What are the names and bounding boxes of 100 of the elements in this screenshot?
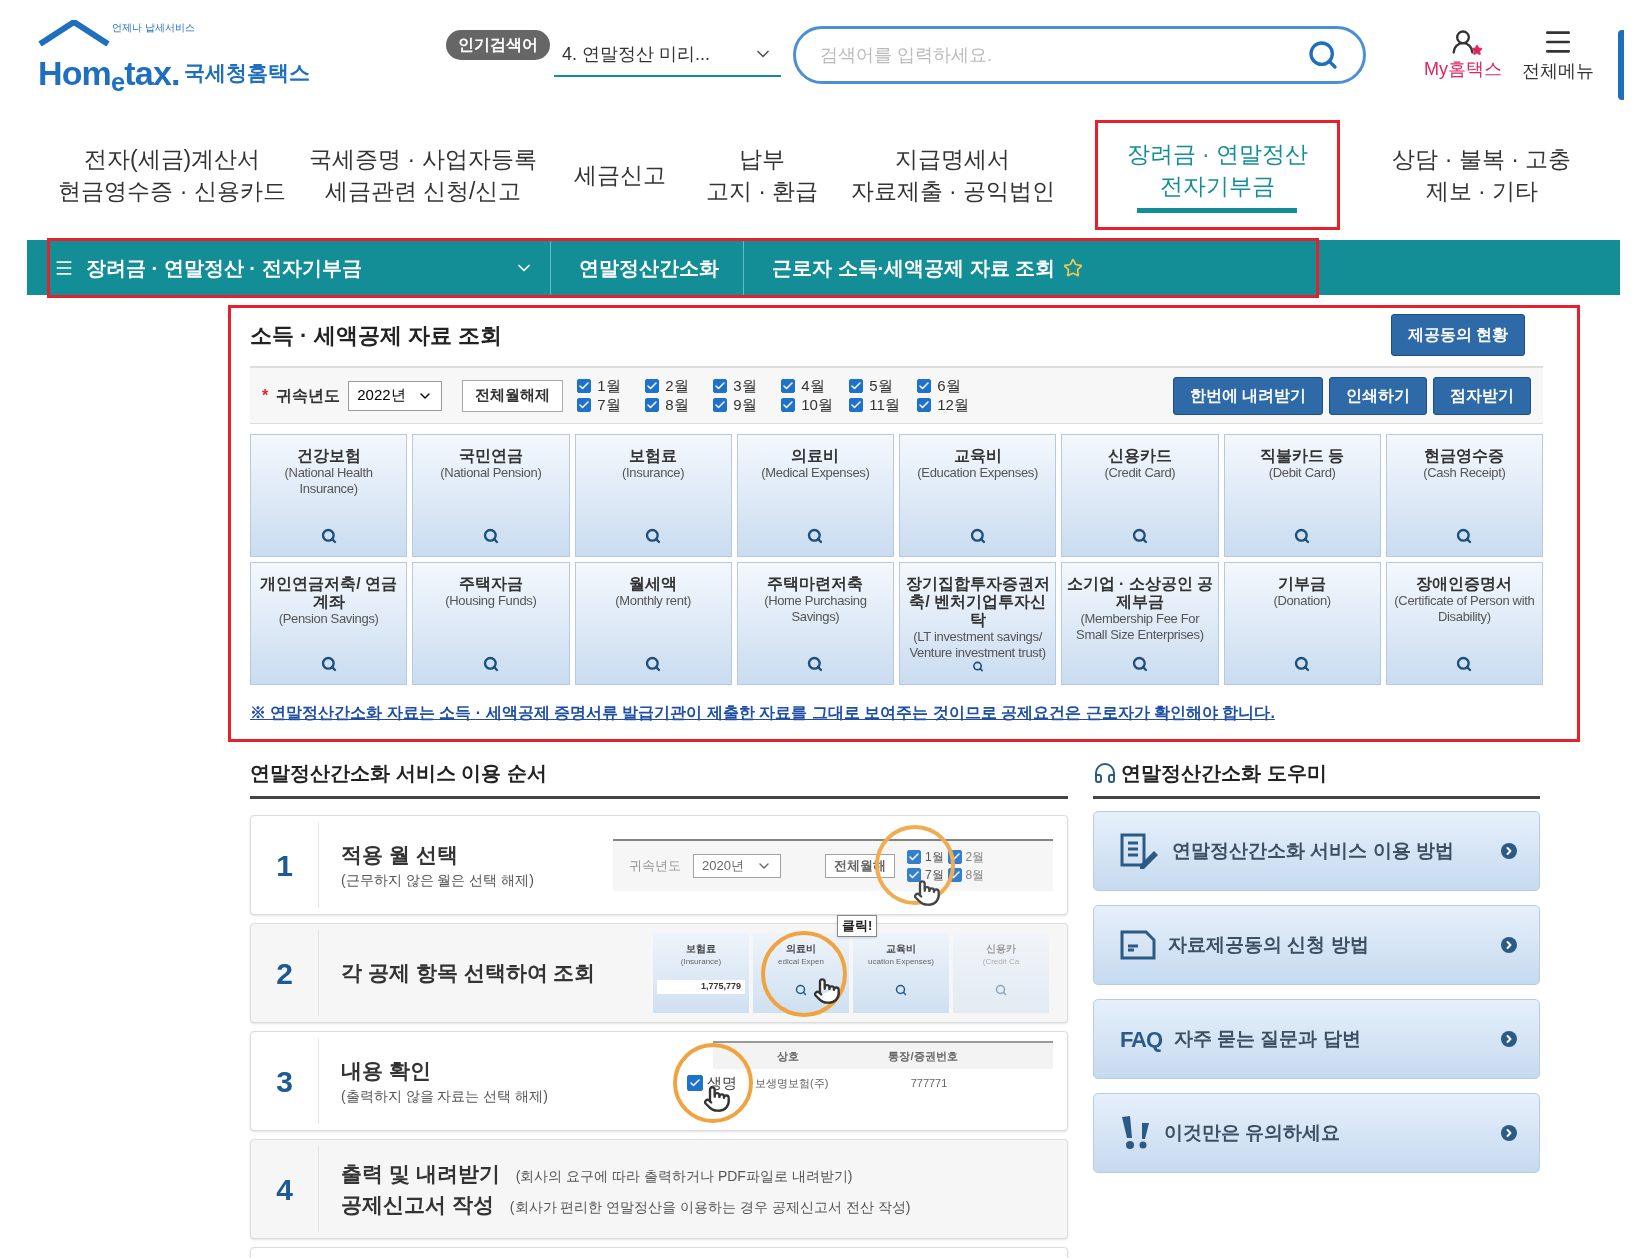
search-icon bbox=[320, 528, 337, 544]
category-name: 신용카드 bbox=[1107, 447, 1172, 465]
category-card[interactable]: 장기집합투자증권저축/ 벤처기업투자신탁 (LT investment savings/ Venture investment trust) bbox=[899, 562, 1057, 685]
required-mark: * bbox=[262, 385, 269, 406]
help-link[interactable]: FAQ 자주 묻는 질문과 답변 bbox=[1093, 999, 1540, 1079]
category-english: (Membership Fee For Small Size Enterprises) bbox=[1075, 611, 1205, 643]
category-name: 장애인증명서 bbox=[1416, 575, 1513, 593]
category-card[interactable]: 교육비 (Education Expenses) bbox=[899, 434, 1057, 557]
checkbox[interactable] bbox=[577, 398, 592, 412]
notice-link[interactable]: ※ 연말정산간소화 자료는 소득 · 세액공제 증명서류 발급기관이 제출한 자료를 그대로 보여주는 것이므로 공제요건은 근로자가 확인해야 합니다. bbox=[250, 701, 1543, 725]
search-icon bbox=[969, 528, 986, 544]
category-card[interactable]: 국민연금 (National Pension) bbox=[412, 434, 570, 557]
popular-badge: 인기검색어 bbox=[446, 30, 551, 60]
step-number: 4 bbox=[276, 1171, 293, 1208]
category-card[interactable]: 주택자금 (Housing Funds) bbox=[412, 562, 570, 685]
checkbox[interactable] bbox=[713, 379, 728, 393]
my-hometax-link[interactable]: My홈택스 bbox=[1424, 27, 1502, 83]
nav-tab[interactable]: 국세증명 · 사업자등록 세금관련 신청/신고 bbox=[299, 120, 547, 230]
logo-tagline: 언제나 납세서비스 bbox=[112, 21, 195, 35]
check-icon bbox=[646, 380, 659, 392]
checkbox[interactable] bbox=[645, 398, 660, 412]
category-card[interactable]: 개인연금저축/ 연금계좌 (Pension Savings) bbox=[250, 562, 408, 685]
help-link[interactable]: 자료제공동의 신청 방법 bbox=[1093, 905, 1540, 985]
check-icon bbox=[850, 380, 863, 392]
category-card[interactable]: 주택마련저축 (Home Purchasing Savings) bbox=[736, 562, 894, 685]
search-icon bbox=[1456, 528, 1473, 544]
nav-tab[interactable]: 세금신고 bbox=[546, 120, 694, 230]
headset-icon bbox=[1093, 761, 1117, 785]
clear-months-button[interactable]: 전체월해제 bbox=[462, 379, 564, 412]
toolbar-button[interactable]: 한번에 내려받기 bbox=[1172, 376, 1323, 415]
checkbox[interactable] bbox=[713, 398, 728, 412]
popular-term-dropdown[interactable]: 4. 연말정산 미리... bbox=[554, 33, 781, 77]
check-icon bbox=[689, 1077, 701, 1089]
month-label: 4월 bbox=[801, 375, 826, 396]
category-english: (Debit Card) bbox=[1268, 465, 1336, 481]
check-icon bbox=[782, 380, 795, 392]
logo-word: Hom$_{e}$tax. bbox=[38, 56, 180, 90]
nav-tab[interactable]: 지급명세서 자료제출 · 공익법인 bbox=[830, 120, 1075, 230]
scroll-edge bbox=[1618, 30, 1624, 100]
toolbar-button[interactable]: 인쇄하기 bbox=[1329, 376, 1427, 415]
category-card[interactable]: 의료비 (Medical Expenses) bbox=[736, 434, 894, 557]
step-note: (회사의 요구에 따라 출력하거나 PDF파일로 내려받기) bbox=[515, 1166, 853, 1186]
breadcrumb-item[interactable]: 장려금 · 연말정산 · 전자기부금 bbox=[50, 240, 550, 295]
nav-tab[interactable]: 장려금 · 연말정산 전자기부금 bbox=[1095, 120, 1340, 230]
checkbox[interactable] bbox=[917, 379, 932, 393]
check-icon bbox=[907, 869, 920, 881]
category-card[interactable]: 기부금 (Donation) bbox=[1223, 562, 1381, 685]
search-icon bbox=[795, 984, 807, 996]
card-english: (Credit Ca bbox=[982, 956, 1020, 968]
breadcrumb-item[interactable]: 연말정산간소화 bbox=[550, 240, 743, 295]
checkbox[interactable] bbox=[645, 379, 660, 393]
consent-status-button[interactable]: 제공동의 현황 bbox=[1390, 314, 1525, 356]
checkbox[interactable] bbox=[849, 379, 864, 393]
category-card[interactable]: 신용카드 (Credit Card) bbox=[1061, 434, 1219, 557]
checkbox[interactable] bbox=[906, 868, 921, 882]
month-label: 5월 bbox=[869, 375, 894, 396]
category-card[interactable]: 장애인증명서 (Certificate of Person with Disability) bbox=[1385, 562, 1543, 685]
checkbox[interactable] bbox=[781, 398, 796, 412]
checkbox[interactable] bbox=[849, 398, 864, 412]
checkbox[interactable] bbox=[687, 1075, 703, 1091]
search-field[interactable]: 검색어를 입력하세요. bbox=[819, 41, 1307, 69]
checkbox[interactable] bbox=[917, 398, 932, 412]
section-title: 소득 · 세액공제 자료 조회 bbox=[250, 321, 502, 350]
checkbox[interactable] bbox=[906, 850, 921, 864]
help-title: 연말정산간소화 도우미 bbox=[1121, 761, 1327, 786]
category-card[interactable]: 직불카드 등 (Debit Card) bbox=[1223, 434, 1381, 557]
steps-title: 연말정산간소화 서비스 이용 순서 bbox=[250, 762, 547, 784]
nav-tab[interactable]: 상담 · 불복 · 고충 제보 · 기타 bbox=[1359, 120, 1604, 230]
category-english: (Certificate of Person with Disability) bbox=[1393, 593, 1536, 625]
category-name: 장기집합투자증권저축/ 벤처기업투자신탁 bbox=[904, 575, 1051, 629]
nav-tab[interactable]: 전자(세금)계산서 현금영수증 · 신용카드 bbox=[45, 120, 300, 230]
month-label: 12월 bbox=[937, 394, 970, 415]
table-cell-text: 777771 bbox=[909, 1075, 949, 1091]
checkbox[interactable] bbox=[781, 379, 796, 393]
search-bar[interactable]: 검색어를 입력하세요. bbox=[792, 26, 1366, 84]
step-title: 적용 월 선택 bbox=[341, 841, 459, 868]
year-select[interactable]: 2022년 bbox=[348, 380, 443, 411]
year-select[interactable]: 2020년 bbox=[693, 854, 781, 878]
help-link[interactable]: 이것만은 유의하세요 bbox=[1093, 1093, 1540, 1173]
all-menu-button[interactable]: 전체메뉴 bbox=[1522, 25, 1594, 85]
category-card[interactable]: 건강보험 (National Health Insurance) bbox=[250, 434, 408, 557]
category-card[interactable]: 보험료 (Insurance) bbox=[574, 434, 732, 557]
breadcrumb-item[interactable]: 근로자 소득·세액공제 자료 조회 bbox=[743, 240, 1108, 295]
category-card[interactable]: 소기업 · 소상공인 공제부금 (Membership Fee For Small Size Enterprises) bbox=[1061, 562, 1219, 685]
step-note: (회사가 편리한 연말정산을 이용하는 경우 공제신고서 전산 작성) bbox=[509, 1198, 911, 1217]
exclamation-icon bbox=[1120, 1115, 1152, 1151]
check-icon bbox=[782, 399, 795, 411]
checkbox[interactable] bbox=[577, 379, 592, 393]
step-title: 내용 확인 bbox=[341, 1057, 432, 1084]
category-card[interactable]: 현금영수증 (Cash Receipt) bbox=[1385, 434, 1543, 557]
category-english: (LT investment savings/ Venture investment trust) bbox=[908, 629, 1047, 661]
category-english: (Credit Card) bbox=[1104, 465, 1176, 481]
category-card[interactable]: 월세액 (Monthly rent) bbox=[574, 562, 732, 685]
search-icon bbox=[1456, 656, 1473, 672]
search-icon bbox=[807, 528, 824, 544]
toolbar-button[interactable]: 점자받기 bbox=[1433, 376, 1531, 415]
nav-tab[interactable]: 납부 고지 · 환급 bbox=[693, 120, 831, 230]
month-label: 8월 bbox=[665, 394, 690, 415]
help-link[interactable]: 연말정산간소화 서비스 이용 방법 bbox=[1093, 811, 1540, 891]
amount-field: 1,775,779 bbox=[657, 980, 745, 994]
